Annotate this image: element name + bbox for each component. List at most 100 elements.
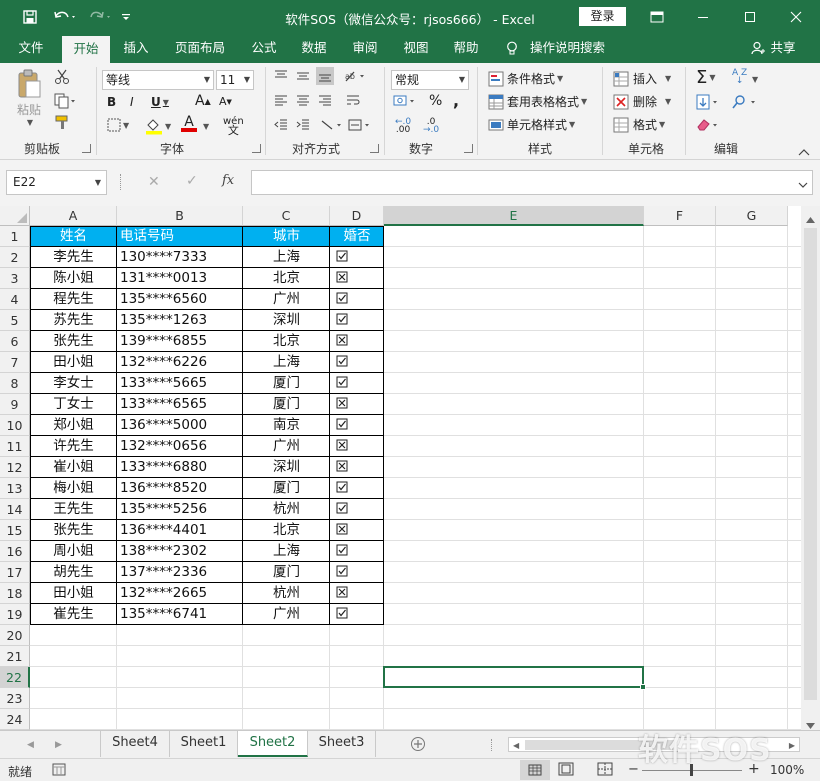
tab-view[interactable]: 视图 [394,33,438,63]
copy-icon[interactable] [54,93,76,109]
married-cell[interactable] [330,457,384,478]
close-icon[interactable] [773,0,819,33]
row-header-12[interactable]: 12 [0,457,30,478]
phonetic-button[interactable]: wén 文 [223,117,244,137]
increase-decimal-button[interactable]: ←.0.00 [395,118,411,135]
row-header-14[interactable]: 14 [0,499,30,520]
married-cell[interactable] [330,247,384,268]
row-header-11[interactable]: 11 [0,436,30,457]
married-cell[interactable] [330,289,384,310]
clear-icon[interactable] [696,118,720,132]
bold-button[interactable]: B [107,95,116,109]
tab-page-layout[interactable]: 页面布局 [168,33,232,63]
selected-cell[interactable] [383,666,644,688]
row-header-5[interactable]: 5 [0,310,30,331]
city-cell[interactable]: 杭州 [243,583,330,604]
alignment-launcher-icon[interactable] [370,144,379,153]
married-cell[interactable] [330,415,384,436]
fill-icon[interactable] [696,94,720,110]
name-cell[interactable]: 胡先生 [30,562,117,583]
format-painter-icon[interactable] [54,115,70,131]
merge-center-icon[interactable] [348,118,372,132]
add-sheet-icon[interactable] [410,736,426,755]
city-cell[interactable]: 广州 [243,436,330,457]
decrease-indent-icon[interactable] [274,118,288,132]
city-cell[interactable]: 杭州 [243,499,330,520]
city-cell[interactable]: 深圳 [243,457,330,478]
column-header-f[interactable]: F [644,206,716,226]
name-cell[interactable]: 张先生 [30,520,117,541]
number-launcher-icon[interactable] [464,144,473,153]
name-cell[interactable]: 程先生 [30,289,117,310]
name-cell[interactable]: 李女士 [30,373,117,394]
name-cell[interactable]: 王先生 [30,499,117,520]
row-header-7[interactable]: 7 [0,352,30,373]
worksheet-grid[interactable]: ABCDEFG 1 2 3 4 5 6 7 8 9 10 11 12 13 14 15 16 17 18 19 20 2… [0,206,820,730]
shrink-font-button[interactable]: A ▼ [219,95,232,108]
row-header-20[interactable]: 20 [0,625,30,646]
row-header-19[interactable]: 19 [0,604,30,625]
row-header-9[interactable]: 9 [0,394,30,415]
column-header-b[interactable]: B [117,206,243,226]
collapse-ribbon-icon[interactable] [798,145,810,159]
header-cell-name[interactable]: 姓名 [30,226,117,247]
married-cell[interactable] [330,268,384,289]
row-header-15[interactable]: 15 [0,520,30,541]
married-cell[interactable] [330,436,384,457]
row-header-13[interactable]: 13 [0,478,30,499]
city-cell[interactable]: 北京 [243,520,330,541]
row-header-10[interactable]: 10 [0,415,30,436]
column-header-e[interactable]: E [384,206,644,226]
macro-record-icon[interactable] [52,763,66,780]
married-cell[interactable] [330,352,384,373]
city-cell[interactable]: 广州 [243,604,330,625]
accounting-icon[interactable] [393,94,417,108]
row-header-24[interactable]: 24 [0,709,30,730]
align-left-icon[interactable] [274,94,288,108]
ribbon-display-icon[interactable] [634,0,680,33]
cancel-icon[interactable]: ✕ [148,174,160,190]
wrap-text-icon[interactable] [346,94,360,108]
align-bottom-icon[interactable] [316,67,334,85]
married-cell[interactable] [330,604,384,625]
format-as-table-button[interactable]: 套用表格格式 ▼ [488,93,587,110]
font-launcher-icon[interactable] [252,144,261,153]
column-header-g[interactable]: G [716,206,788,226]
sort-filter-button[interactable]: A Z ↓ [732,69,747,86]
customize-toolbar-icon[interactable] [116,0,136,33]
city-cell[interactable]: 北京 [243,268,330,289]
city-cell[interactable]: 广州 [243,289,330,310]
name-cell[interactable]: 崔先生 [30,604,117,625]
row-header-23[interactable]: 23 [0,688,30,709]
insert-cells-button[interactable]: 插入 ▼ [613,70,671,87]
align-center-icon[interactable] [296,94,310,108]
name-cell[interactable]: 张先生 [30,331,117,352]
phone-cell[interactable]: 135****1263 [117,310,243,331]
name-cell[interactable]: 周小姐 [30,541,117,562]
font-size-select[interactable]: 11 ▼ [216,70,254,90]
phone-cell[interactable]: 130****7333 [117,247,243,268]
row-header-3[interactable]: 3 [0,268,30,289]
enter-icon[interactable]: ✓ [186,173,198,189]
decrease-decimal-button[interactable]: .0 →.0 [423,118,439,135]
married-cell[interactable] [330,478,384,499]
text-direction-icon[interactable] [320,118,344,132]
phone-cell[interactable]: 131****0013 [117,268,243,289]
normal-view-icon[interactable] [520,760,550,780]
phone-cell[interactable]: 135****6560 [117,289,243,310]
married-cell[interactable] [330,373,384,394]
married-cell[interactable] [330,520,384,541]
name-cell[interactable]: 苏先生 [30,310,117,331]
share-button[interactable]: 共享 [768,33,798,63]
sheet-tab[interactable]: Sheet3 [308,731,376,757]
tab-formulas[interactable]: 公式 [242,33,286,63]
percent-button[interactable]: % [429,93,442,109]
minimize-icon[interactable] [680,0,726,33]
cut-icon[interactable] [54,69,70,85]
redo-icon[interactable] [84,0,118,33]
name-cell[interactable]: 田小姐 [30,583,117,604]
married-cell[interactable] [330,499,384,520]
comma-button[interactable]: , [453,91,459,110]
row-header-22[interactable]: 22 [0,667,30,688]
number-format-select[interactable]: 常规 ▼ [391,70,469,90]
